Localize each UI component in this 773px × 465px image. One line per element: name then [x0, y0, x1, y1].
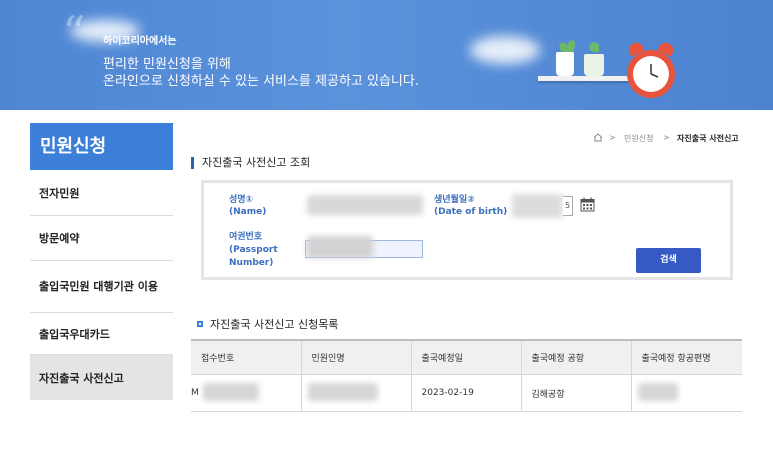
breadcrumb-current: 자진출국 사전신고 [677, 134, 739, 143]
list-section-title: 자진출국 사전신고 신청목록 [197, 316, 338, 332]
column-header: 접수번호 [191, 339, 301, 375]
application-list-table: 접수번호 민원인명 출국예정일 출국예정 공항 출국예정 항공편명 M 2023… [191, 339, 742, 412]
receipt-number-prefix: M [191, 388, 199, 398]
top-banner: “ 하이코리아에서는 편리한 민원신청을 위해 온라인으로 신청하실 수 있는 … [0, 0, 773, 110]
breadcrumb-item[interactable]: 민원신청 [624, 133, 653, 144]
home-icon[interactable] [593, 133, 603, 142]
name-label: 성명① [229, 195, 254, 205]
passport-label-en: (Passport [229, 245, 278, 255]
sidebar-item-agency[interactable]: 출입국민원 대행기관 이용 [30, 261, 173, 313]
list-title-text: 자진출국 사전신고 신청목록 [210, 318, 339, 331]
column-header: 민원인명 [300, 339, 411, 375]
flight-number-cell [630, 374, 742, 412]
redacted-value [637, 383, 678, 401]
dob-field-suffix: 5 [563, 196, 573, 216]
column-header: 출국예정 항공편명 [630, 339, 742, 375]
cloud-decoration [470, 36, 540, 64]
sidebar-item-priority-card[interactable]: 출입국우대카드 [30, 313, 173, 355]
sidebar-item-label: 전자민원 [39, 186, 80, 200]
passport-label-en-2: Number) [229, 258, 274, 268]
bullet-square-icon [197, 321, 203, 327]
sidebar-item-e-civil[interactable]: 전자민원 [30, 170, 173, 216]
breadcrumb-separator: > [609, 133, 616, 142]
dob-field[interactable] [512, 194, 563, 218]
column-header: 출국예정 공항 [520, 339, 631, 375]
sidebar-item-label: 출입국민원 대행기관 이용 [39, 279, 158, 293]
redacted-value [203, 383, 259, 401]
search-button[interactable]: 검색 [636, 248, 701, 273]
search-section-title: 자진출국 사전신고 조회 [191, 157, 310, 169]
passport-label: 여권번호 [229, 232, 263, 242]
sidebar-item-departure-report[interactable]: 자진출국 사전신고 [30, 355, 173, 400]
passport-field-value-redacted [307, 236, 373, 258]
sidebar-item-label: 출입국우대카드 [39, 327, 110, 341]
name-label-en: (Name) [229, 207, 267, 217]
dob-label-en: (Date of birth) [434, 207, 508, 217]
receipt-number-cell[interactable]: M [191, 374, 301, 412]
applicant-name-cell [300, 374, 411, 412]
sidebar-item-label: 자진출국 사전신고 [39, 371, 124, 385]
table-header-row: 접수번호 민원인명 출국예정일 출국예정 공항 출국예정 항공편명 [191, 339, 742, 375]
sidebar-title: 민원신청 [30, 123, 173, 170]
name-field[interactable] [307, 195, 423, 215]
banner-line-1: 하이코리아에서는 [103, 36, 177, 47]
calendar-icon[interactable] [580, 197, 595, 212]
redacted-value [307, 383, 378, 401]
departure-airport-cell: 김해공항 [520, 374, 631, 412]
sidebar-item-visit-reservation[interactable]: 방문예약 [30, 216, 173, 261]
departure-date-cell: 2023-02-19 [410, 374, 521, 412]
banner-line-3: 온라인으로 신청하실 수 있는 서비스를 제공하고 있습니다. [103, 74, 419, 89]
sidebar-item-label: 방문예약 [39, 232, 80, 245]
dob-label: 생년월일② [434, 195, 475, 205]
column-header: 출국예정일 [410, 339, 521, 375]
breadcrumb-separator: > [663, 133, 670, 142]
shelf-illustration [538, 76, 630, 81]
table-row[interactable]: M 2023-02-19 김해공항 [191, 374, 742, 412]
